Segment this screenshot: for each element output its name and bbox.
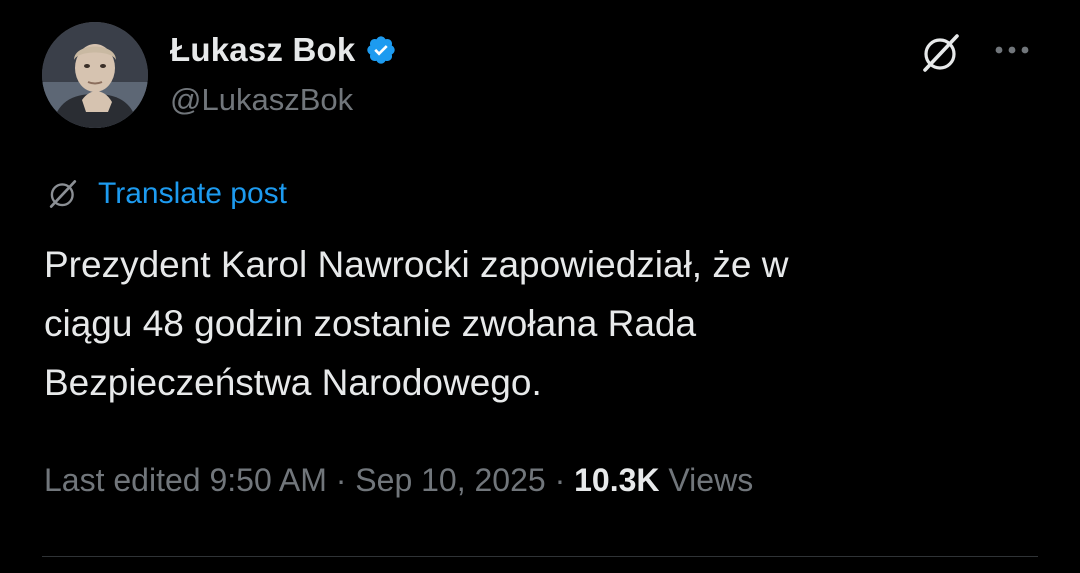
avatar[interactable] — [42, 22, 148, 128]
translate-row: Translate post — [46, 174, 287, 214]
tweet-date[interactable]: Sep 10, 2025 — [355, 462, 545, 498]
grok-translate-icon — [46, 177, 80, 211]
views-count[interactable]: 10.3K — [574, 462, 659, 498]
views-label: Views — [668, 462, 754, 498]
meta-separator: · — [326, 462, 356, 498]
author-handle[interactable]: @LukaszBok — [170, 82, 353, 118]
divider — [42, 556, 1038, 557]
grok-icon — [923, 34, 959, 72]
grok-button[interactable] — [918, 30, 964, 76]
tweet-card: Łukasz Bok @LukaszBok Translate post Pre… — [0, 0, 1080, 573]
tweet-meta: Last edited 9:50 AM · Sep 10, 2025 · 10.… — [44, 462, 753, 499]
meta-separator-2: · — [545, 462, 575, 498]
more-options-icon — [995, 46, 1029, 54]
tweet-text: Prezydent Karol Nawrocki zapowiedział, ż… — [44, 244, 789, 403]
verified-badge-icon[interactable] — [365, 34, 397, 66]
author-display-name[interactable]: Łukasz Bok — [170, 31, 355, 69]
translate-post-link[interactable]: Translate post — [98, 177, 287, 211]
more-options-button[interactable] — [990, 30, 1034, 70]
avatar-image — [42, 22, 148, 128]
edited-prefix[interactable]: Last edited — [44, 462, 201, 498]
tweet-time[interactable]: 9:50 AM — [209, 462, 326, 498]
author-name-row: Łukasz Bok — [170, 30, 397, 70]
